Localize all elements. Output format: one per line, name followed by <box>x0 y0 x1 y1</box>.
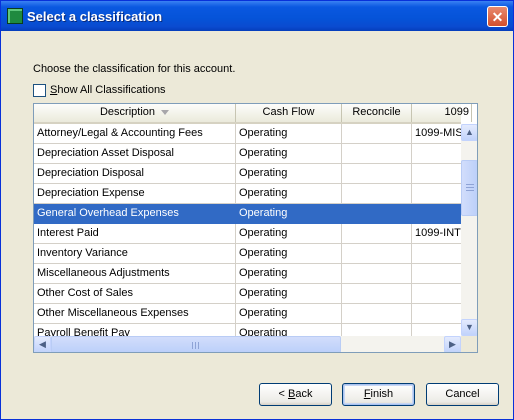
back-button[interactable]: < Back <box>259 383 332 406</box>
description-cell: Attorney/Legal & Accounting Fees <box>34 124 236 144</box>
cash-flow-cell: Operating <box>236 204 342 224</box>
dialog-title: Select a classification <box>27 9 163 24</box>
description-cell: Miscellaneous Adjustments <box>34 264 236 284</box>
table-row[interactable]: Depreciation Expense Operating <box>34 184 461 204</box>
description-cell: Depreciation Disposal <box>34 164 236 184</box>
cash-flow-cell: Operating <box>236 164 342 184</box>
description-cell: Other Miscellaneous Expenses <box>34 304 236 324</box>
title-bar[interactable]: Select a classification ✕ <box>1 1 513 31</box>
scroll-left-button[interactable]: ◀ <box>34 336 51 352</box>
cash-flow-cell: Operating <box>236 144 342 164</box>
grid-header: Description Cash Flow Reconcile 1099 <box>34 104 472 124</box>
description-cell: Payroll Benefit Pay <box>34 324 236 336</box>
form-1099-cell <box>412 284 461 304</box>
table-row[interactable]: Depreciation Asset Disposal Operating <box>34 144 461 164</box>
form-1099-cell <box>412 184 461 204</box>
form-1099-cell <box>412 164 461 184</box>
column-header-reconcile[interactable]: Reconcile <box>342 104 412 122</box>
finish-accel: F <box>363 388 371 400</box>
form-1099-cell: 1099-INT <box>412 224 461 244</box>
description-cell: Interest Paid <box>34 224 236 244</box>
dialog-body: Choose the classification for this accou… <box>1 31 513 419</box>
column-header-description[interactable]: Description <box>34 104 236 122</box>
grip-line <box>466 184 474 185</box>
grip-line <box>195 342 196 349</box>
form-1099-cell <box>412 304 461 324</box>
table-row[interactable]: Depreciation Disposal Operating <box>34 164 461 184</box>
cash-flow-cell: Operating <box>236 124 342 144</box>
instruction-text: Choose the classification for this accou… <box>33 63 236 75</box>
back-label: ack <box>295 388 313 400</box>
checkbox-box[interactable] <box>33 84 46 97</box>
horizontal-scrollbar[interactable]: ◀ ▶ <box>34 336 461 352</box>
table-row[interactable]: Interest Paid Operating 1099-INT <box>34 224 461 244</box>
form-1099-cell <box>412 144 461 164</box>
cash-flow-cell: Operating <box>236 324 342 336</box>
cash-flow-cell: Operating <box>236 284 342 304</box>
grip-line <box>466 190 474 191</box>
reconcile-cell <box>342 264 412 284</box>
form-1099-cell <box>412 324 461 336</box>
description-cell: Depreciation Asset Disposal <box>34 144 236 164</box>
reconcile-cell <box>342 244 412 264</box>
column-header-cash-flow[interactable]: Cash Flow <box>236 104 342 122</box>
classification-grid[interactable]: Description Cash Flow Reconcile 1099 Att… <box>33 103 478 353</box>
grid-rows: Attorney/Legal & Accounting Fees Operatin… <box>34 124 461 336</box>
form-1099-cell: 1099-MIS <box>412 124 461 144</box>
column-description-label: Description <box>99 106 156 118</box>
cash-flow-cell: Operating <box>236 264 342 284</box>
reconcile-cell <box>342 224 412 244</box>
cash-flow-cell: Operating <box>236 304 342 324</box>
close-button[interactable]: ✕ <box>487 6 508 27</box>
table-row[interactable]: General Overhead Expenses Operating <box>34 204 461 224</box>
reconcile-cell <box>342 324 412 336</box>
grip-line <box>192 342 193 349</box>
description-cell: Inventory Variance <box>34 244 236 264</box>
vertical-scroll-thumb[interactable] <box>461 160 477 216</box>
horizontal-scroll-thumb[interactable] <box>51 336 341 352</box>
back-arrow-icon: < <box>278 388 285 400</box>
form-1099-cell <box>412 264 461 284</box>
table-row[interactable]: Payroll Benefit Pay Operating <box>34 324 461 336</box>
form-1099-cell <box>412 244 461 264</box>
reconcile-cell <box>342 184 412 204</box>
scroll-down-button[interactable]: ▼ <box>461 319 477 336</box>
grip-line <box>466 187 474 188</box>
dialog-window: Select a classification ✕ Choose the cla… <box>0 0 514 420</box>
scroll-right-button[interactable]: ▶ <box>444 336 461 352</box>
sort-descending-icon <box>161 109 170 115</box>
scrollbar-corner <box>461 336 477 352</box>
reconcile-cell <box>342 204 412 224</box>
description-cell: Other Cost of Sales <box>34 284 236 304</box>
cash-flow-cell: Operating <box>236 184 342 204</box>
table-row[interactable]: Miscellaneous Adjustments Operating <box>34 264 461 284</box>
ledger-icon <box>7 8 23 24</box>
cash-flow-cell: Operating <box>236 224 342 244</box>
form-1099-cell <box>412 204 461 224</box>
scroll-up-button[interactable]: ▲ <box>461 124 477 141</box>
vertical-scrollbar[interactable]: ▲ ▼ <box>461 124 477 336</box>
show-all-label[interactable]: Show All Classifications <box>50 84 166 96</box>
table-row[interactable]: Other Cost of Sales Operating <box>34 284 461 304</box>
finish-label: inish <box>370 388 394 400</box>
reconcile-cell <box>342 304 412 324</box>
description-cell: Depreciation Expense <box>34 184 236 204</box>
reconcile-cell <box>342 124 412 144</box>
cash-flow-cell: Operating <box>236 244 342 264</box>
column-header-1099[interactable]: 1099 <box>412 104 472 122</box>
show-all-label-text: how All Classifications <box>57 84 166 96</box>
reconcile-cell <box>342 164 412 184</box>
table-row[interactable]: Inventory Variance Operating <box>34 244 461 264</box>
reconcile-cell <box>342 144 412 164</box>
finish-button[interactable]: Finish <box>342 383 415 406</box>
reconcile-cell <box>342 284 412 304</box>
description-cell: General Overhead Expenses <box>34 204 236 224</box>
grip-line <box>198 342 199 349</box>
table-row[interactable]: Attorney/Legal & Accounting Fees Operatin… <box>34 124 461 144</box>
cancel-button[interactable]: Cancel <box>426 383 499 406</box>
table-row[interactable]: Other Miscellaneous Expenses Operating <box>34 304 461 324</box>
